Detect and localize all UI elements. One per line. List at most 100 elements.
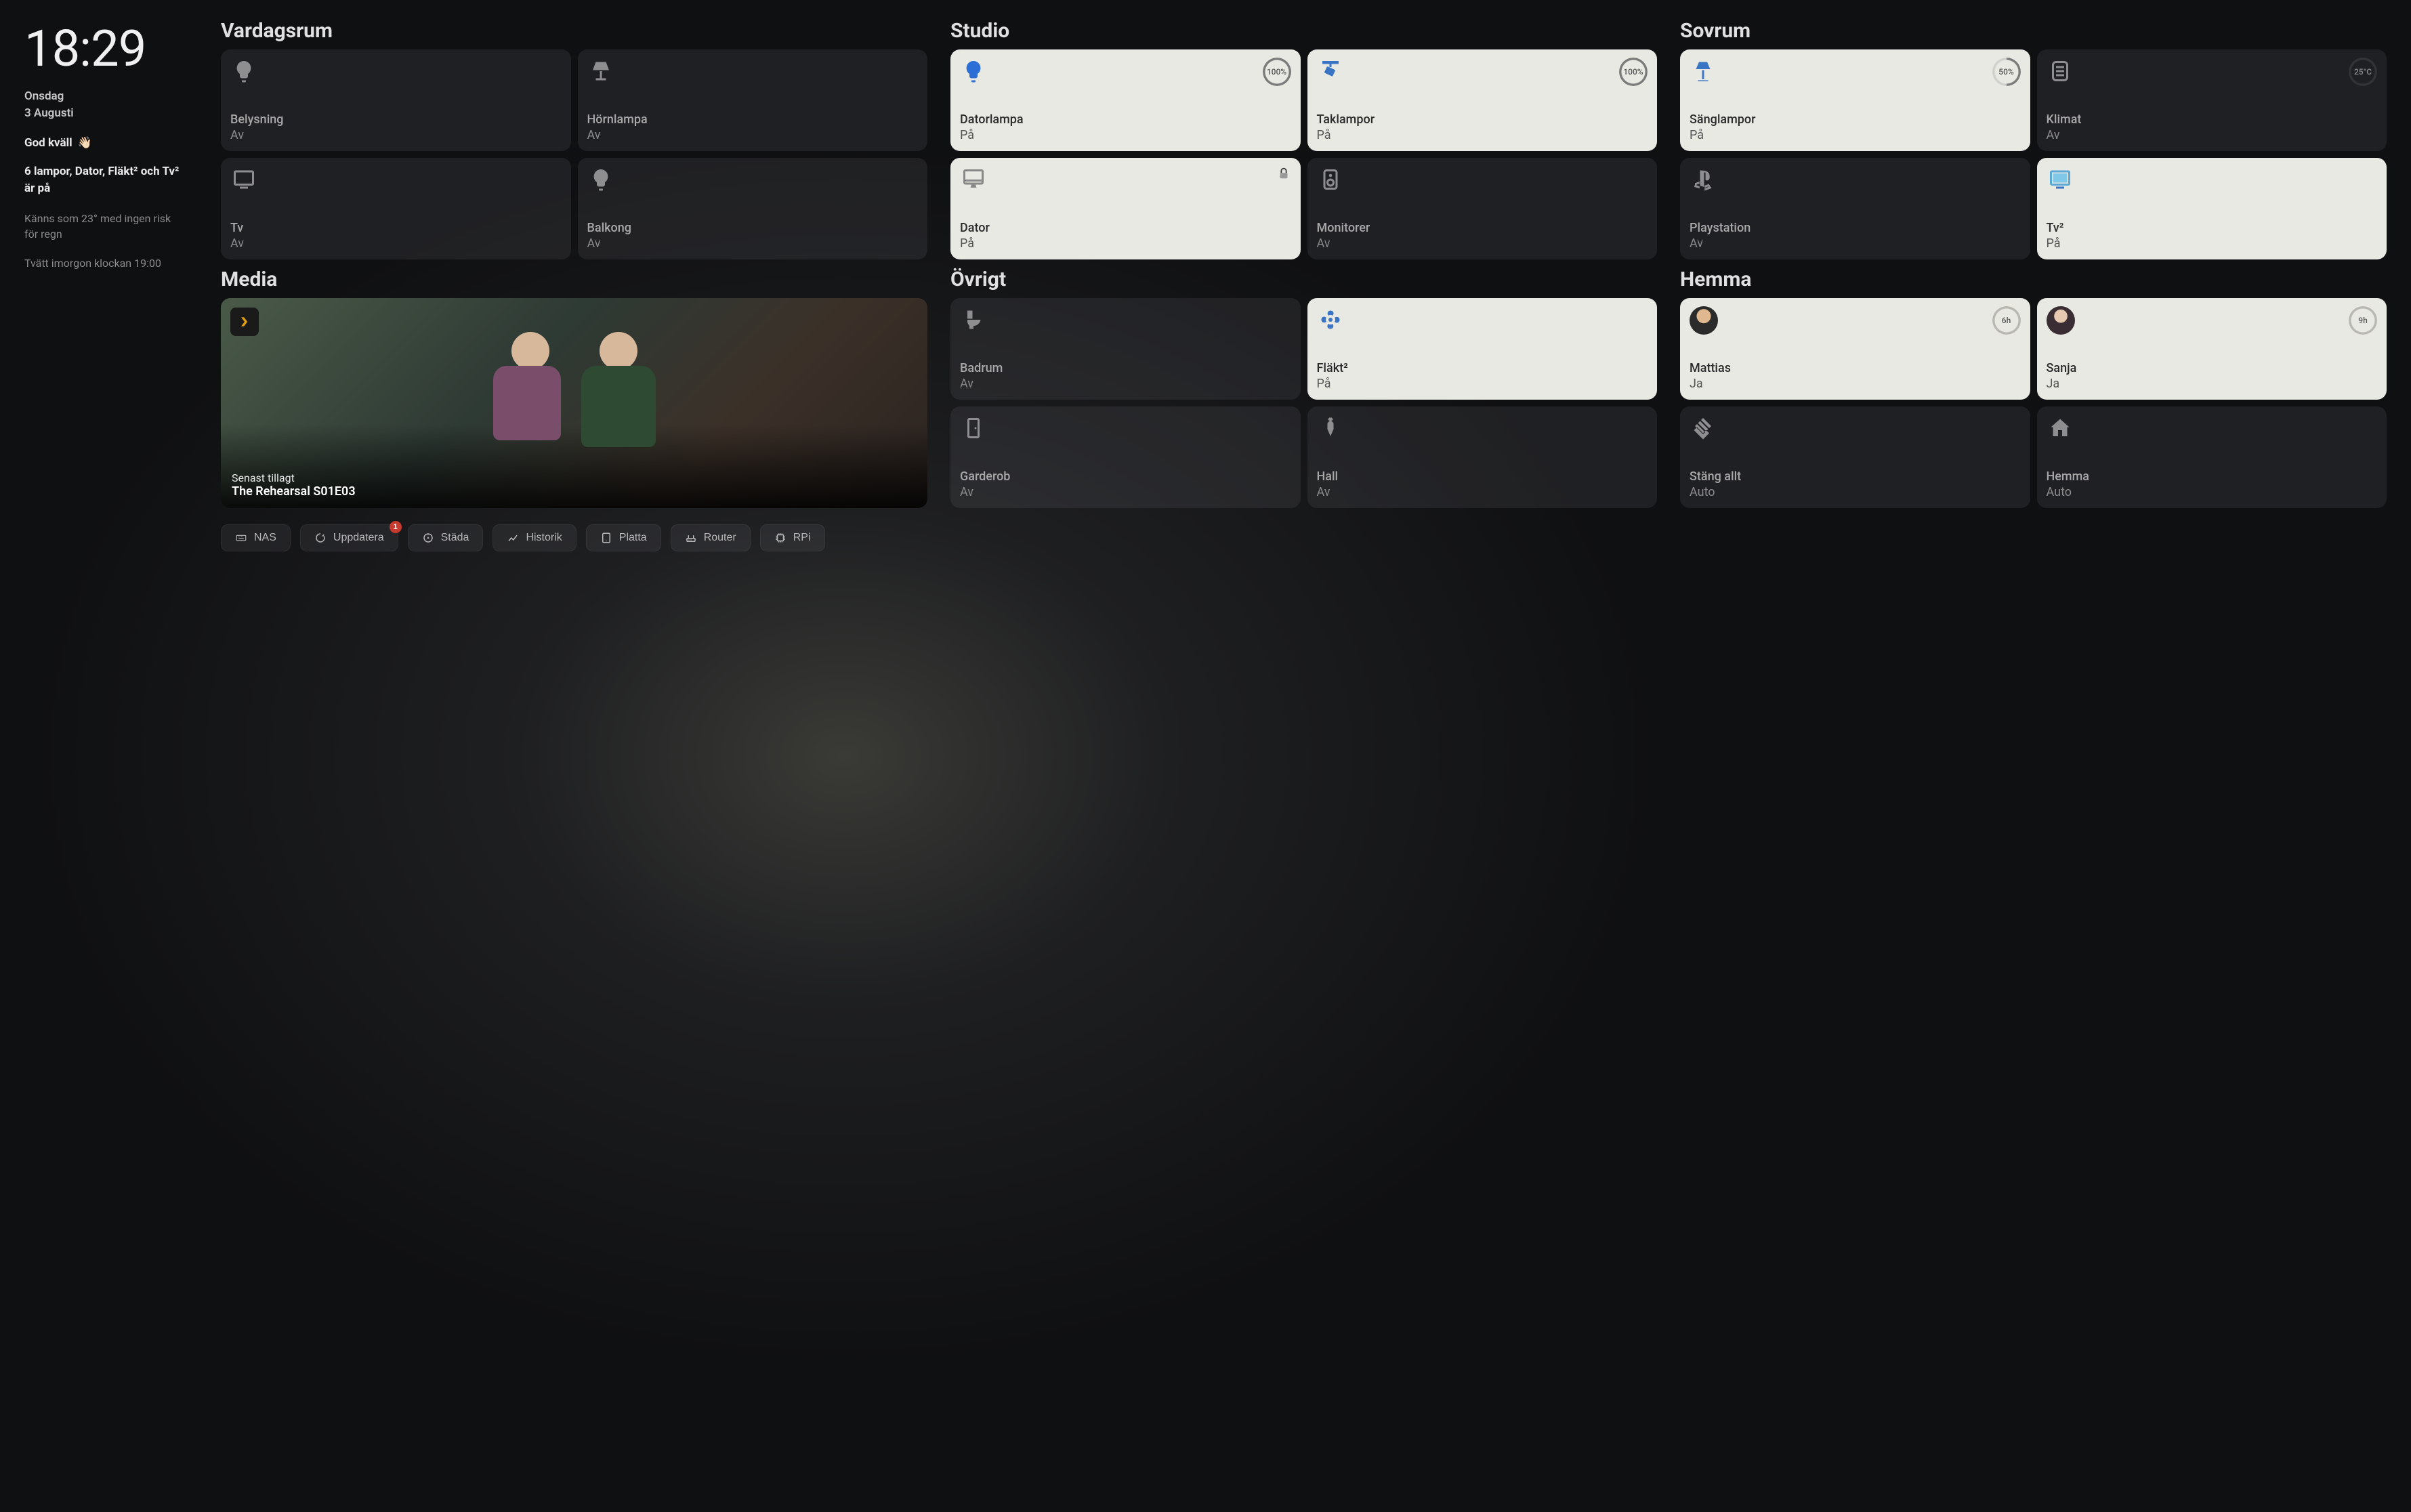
- weather-summary: Känns som 23° med ingen risk för regn: [24, 211, 180, 242]
- tile-media-recent[interactable]: Senast tillagt The Rehearsal S01E03: [221, 298, 927, 508]
- wave-icon: 👋🏻: [78, 136, 92, 150]
- tile-state: På: [960, 128, 1291, 144]
- chip-historik[interactable]: Historik: [492, 524, 576, 551]
- vacuum-icon: [422, 532, 434, 544]
- chip-uppdatera[interactable]: Uppdatera1: [300, 524, 398, 551]
- main: Vardagsrum BelysningAv HörnlampaAv TvAv: [221, 19, 2387, 1498]
- tile-state: Av: [587, 128, 919, 144]
- tile-name: Balkong: [587, 221, 919, 236]
- bulb-icon: [587, 166, 614, 193]
- media-sub-label: Senast tillagt: [232, 471, 917, 484]
- time-ring: 9h: [2349, 306, 2377, 335]
- tile-tv[interactable]: TvAv: [221, 158, 571, 259]
- tile-name: Mattias: [1690, 361, 2021, 377]
- room-title: Hemma: [1680, 268, 2387, 291]
- spotlight-icon: [1317, 58, 1344, 85]
- sidebar: 18:29 Onsdag 3 Augusti God kväll 👋🏻 6 la…: [24, 19, 221, 1498]
- chip-icon: [774, 532, 787, 544]
- tile-name: Sänglampor: [1690, 112, 2021, 128]
- tile-name: Hall: [1317, 469, 1648, 485]
- brightness-ring: 100%: [1263, 58, 1291, 86]
- tile-name: Playstation: [1690, 221, 2021, 236]
- room-studio: Studio 100% DatorlampaPå 100%: [950, 19, 1657, 259]
- brightness-ring: 50%: [1992, 58, 2021, 86]
- tile-flakt2[interactable]: Fläkt²På: [1307, 298, 1658, 400]
- laundry-summary: Tvätt imorgon klockan 19:00: [24, 255, 180, 271]
- room-sovrum: Sovrum 50% SänglamporPå 25°C: [1680, 19, 2387, 259]
- chip-label: Platta: [619, 532, 647, 544]
- tile-sanglampor[interactable]: 50% SänglamporPå: [1680, 49, 2030, 151]
- chip-label: NAS: [254, 532, 276, 544]
- tile-person-sanja[interactable]: 9h SanjaJa: [2037, 298, 2387, 400]
- chip-platta[interactable]: Platta: [586, 524, 661, 551]
- tile-hemma-auto[interactable]: HemmaAuto: [2037, 406, 2387, 508]
- tile-state: Auto: [1690, 485, 2021, 501]
- chip-stada[interactable]: Städa: [408, 524, 484, 551]
- room-title: Studio: [950, 19, 1657, 43]
- tile-name: Sanja: [2047, 361, 2378, 377]
- greeting-text: God kväll: [24, 136, 72, 150]
- toilet-icon: [960, 306, 987, 333]
- tile-taklampor[interactable]: 100% TaklamporPå: [1307, 49, 1658, 151]
- chip-router[interactable]: Router: [671, 524, 751, 551]
- tile-tv2[interactable]: Tv²På: [2037, 158, 2387, 259]
- fan-icon: [1317, 306, 1344, 333]
- tile-state: Av: [2047, 128, 2378, 144]
- tile-name: Klimat: [2047, 112, 2378, 128]
- tile-badrum[interactable]: BadrumAv: [950, 298, 1301, 400]
- tile-name: Dator: [960, 221, 1291, 236]
- tile-state: Av: [960, 485, 1291, 501]
- tv-icon: [230, 166, 257, 193]
- bottom-bar: NAS Uppdatera1 Städa Historik Platta Rou…: [221, 524, 2387, 551]
- tile-balkong[interactable]: BalkongAv: [578, 158, 928, 259]
- room-ovrigt: Övrigt BadrumAv Fläkt²På GarderobAv: [950, 268, 1657, 508]
- tile-name: Monitorer: [1317, 221, 1648, 236]
- tile-monitorer[interactable]: MonitorerAv: [1307, 158, 1658, 259]
- lamp-icon: [587, 58, 614, 85]
- tile-state: På: [1317, 128, 1648, 144]
- tile-person-mattias[interactable]: 6h MattiasJa: [1680, 298, 2030, 400]
- tile-name: Hemma: [2047, 469, 2378, 485]
- tile-state: Av: [587, 236, 919, 252]
- brightness-ring: 100%: [1619, 58, 1648, 86]
- tile-state: Av: [1317, 485, 1648, 501]
- tile-state: Av: [1690, 236, 2021, 252]
- tile-hornlampa[interactable]: HörnlampaAv: [578, 49, 928, 151]
- tile-name: Tv²: [2047, 221, 2378, 236]
- climate-icon: [2047, 58, 2074, 85]
- chip-nas[interactable]: NAS: [221, 524, 291, 551]
- tile-state: Av: [230, 236, 562, 252]
- temperature-ring: 25°C: [2349, 58, 2377, 86]
- lock-icon: [1276, 166, 1291, 181]
- room-hemma: Hemma 6h MattiasJa 9h Sa: [1680, 268, 2387, 508]
- computer-icon: [960, 166, 987, 193]
- chip-label: Router: [704, 532, 736, 544]
- tile-belysning[interactable]: BelysningAv: [221, 49, 571, 151]
- plex-icon: [230, 308, 259, 336]
- tile-state: Ja: [2047, 377, 2378, 392]
- tile-state: Av: [1317, 236, 1648, 252]
- room-title: Vardagsrum: [221, 19, 927, 43]
- chip-rpi[interactable]: RPi: [760, 524, 825, 551]
- chip-label: Historik: [526, 532, 562, 544]
- tile-garderob[interactable]: GarderobAv: [950, 406, 1301, 508]
- tile-datorlampa[interactable]: 100% DatorlampaPå: [950, 49, 1301, 151]
- tile-playstation[interactable]: PlaystationAv: [1680, 158, 2030, 259]
- tile-name: Datorlampa: [960, 112, 1291, 128]
- clock-date: Onsdag 3 Augusti: [24, 88, 221, 121]
- tile-state: På: [2047, 236, 2378, 252]
- tile-name: Hörnlampa: [587, 112, 919, 128]
- tablet-icon: [600, 532, 612, 544]
- avatar: [2047, 306, 2075, 335]
- tile-stang-allt[interactable]: Stäng alltAuto: [1680, 406, 2030, 508]
- tile-name: Stäng allt: [1690, 469, 2021, 485]
- router-icon: [685, 532, 697, 544]
- date-label: 3 Augusti: [24, 106, 74, 120]
- tile-state: På: [960, 236, 1291, 252]
- tile-name: Badrum: [960, 361, 1291, 377]
- tile-hall[interactable]: HallAv: [1307, 406, 1658, 508]
- room-title: Media: [221, 268, 927, 291]
- tile-dator[interactable]: DatorPå: [950, 158, 1301, 259]
- tile-klimat[interactable]: 25°C KlimatAv: [2037, 49, 2387, 151]
- media-title: The Rehearsal S01E03: [232, 484, 917, 499]
